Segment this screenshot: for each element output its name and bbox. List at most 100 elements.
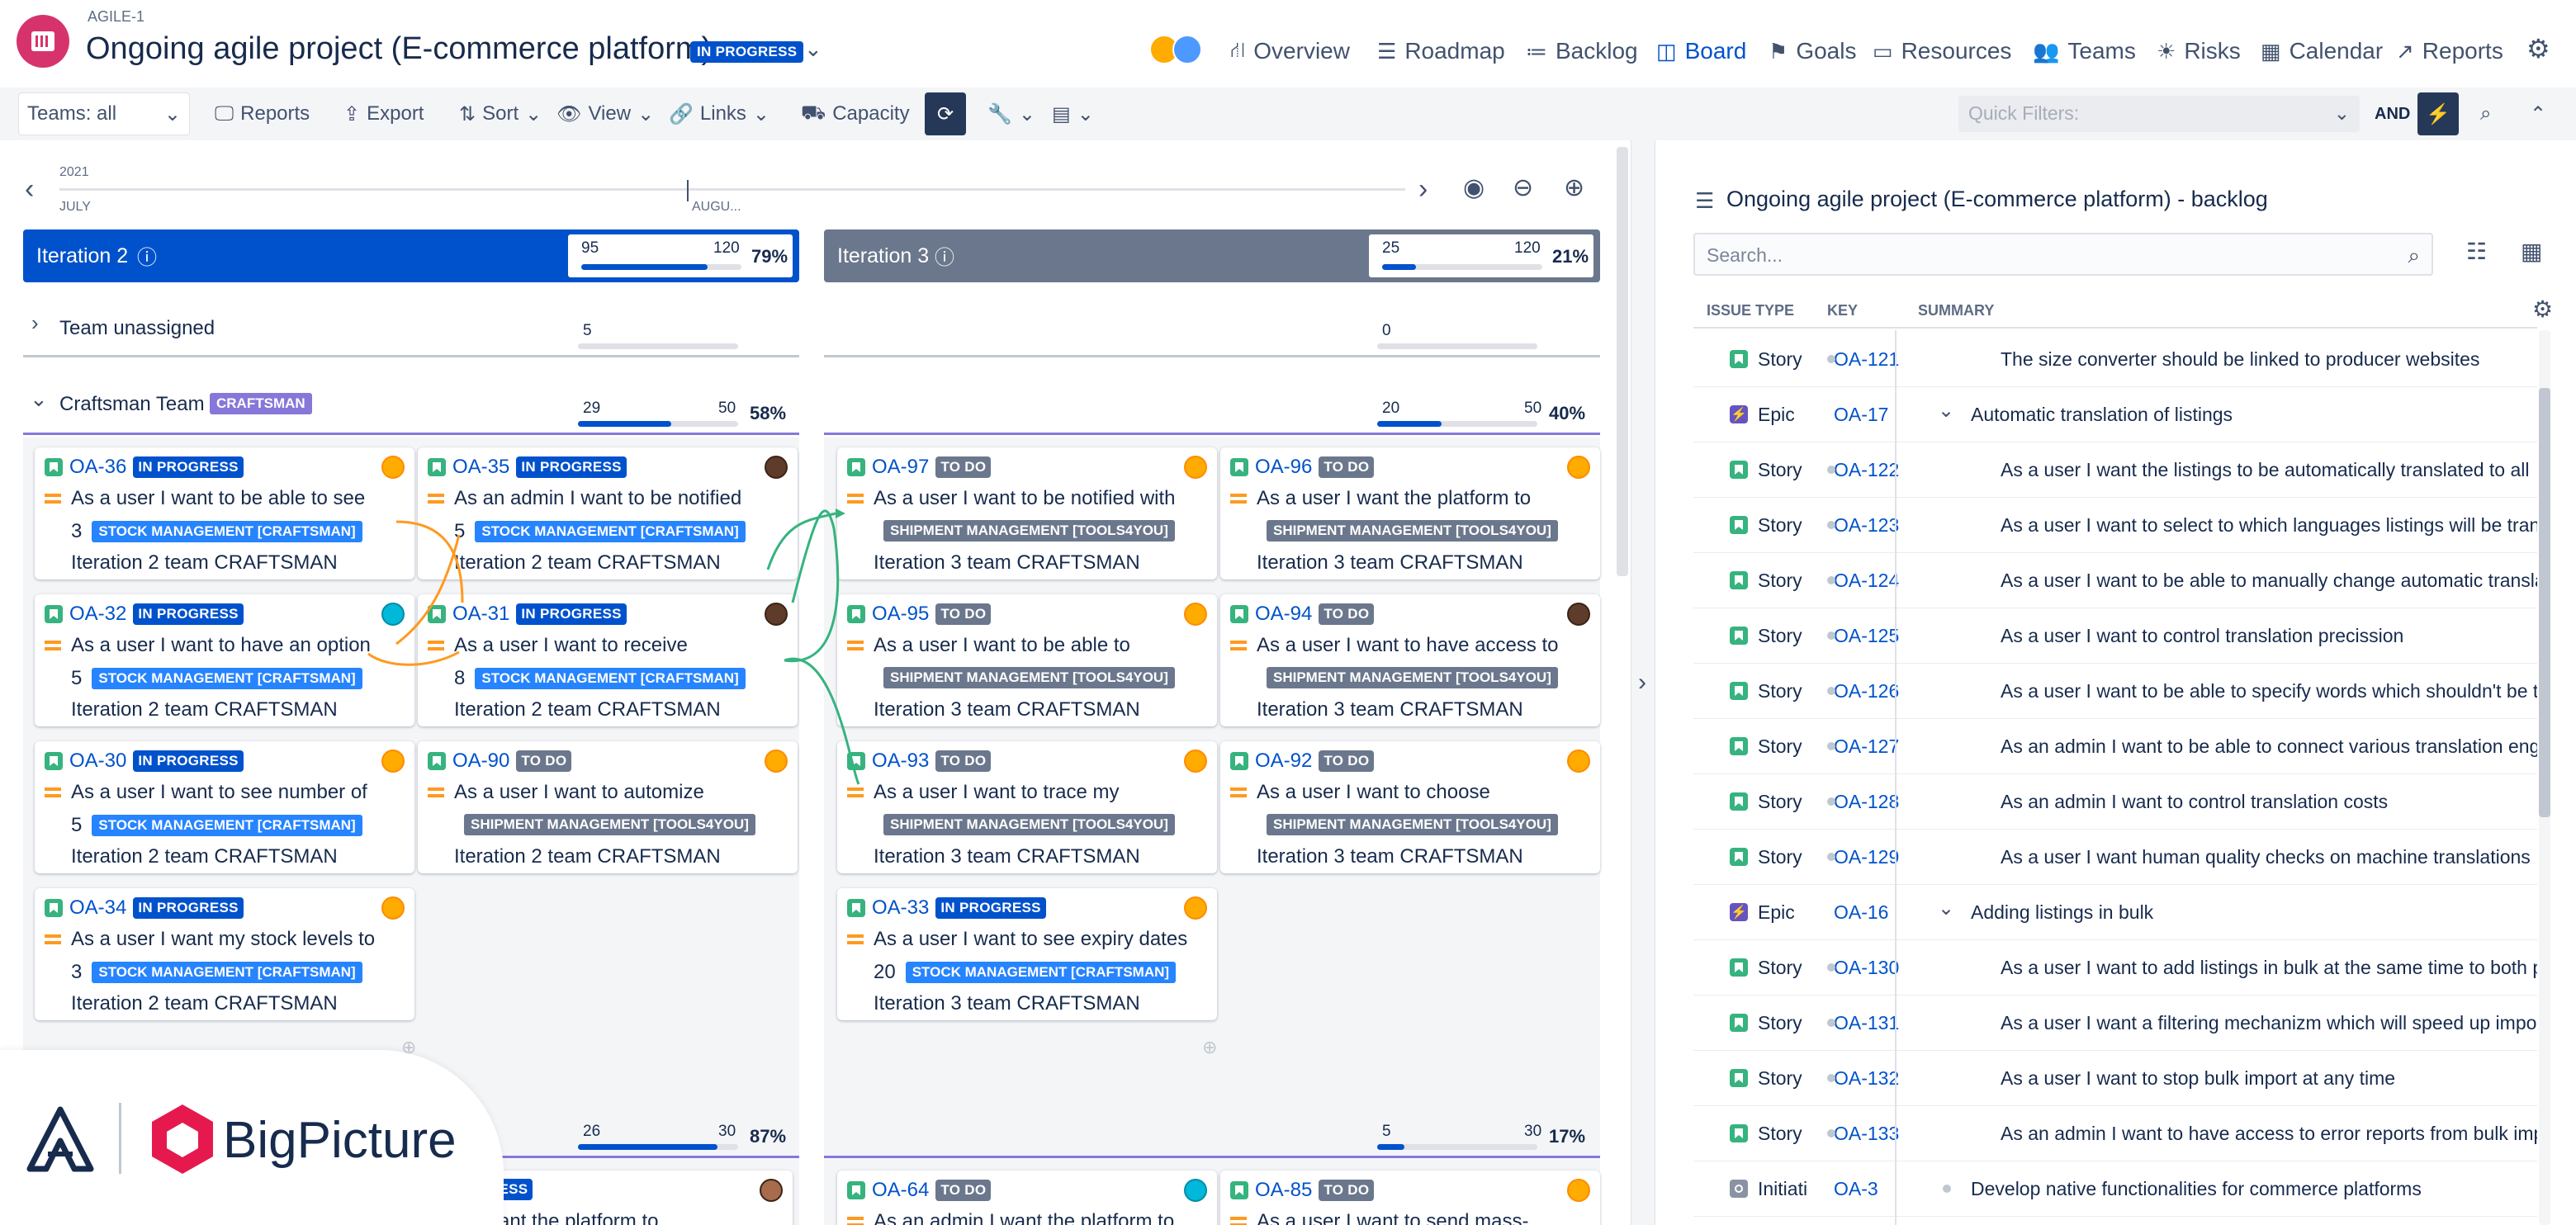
issue-card[interactable]: OA-90 TO DO As a user I want to automize SH… (418, 741, 798, 873)
swimlane-craftsman-team[interactable]: Craftsman Team (59, 393, 205, 416)
issue-key[interactable]: OA-97 (872, 456, 929, 479)
issue-card[interactable]: OA-97 TO DO As a user I want to be notifie… (837, 447, 1217, 579)
backlog-search-input[interactable]: Search... ⌕ (1693, 233, 2433, 276)
zoom-out-icon[interactable]: ⊖ (1513, 173, 1533, 202)
project-title[interactable]: Ongoing agile project (E-commerce platfo… (86, 31, 712, 67)
epic-badge[interactable]: SHIPMENT MANAGEMENT [TOOLS4YOU] (883, 520, 1175, 542)
epic-badge[interactable]: STOCK MANAGEMENT [CRAFTSMAN] (92, 521, 362, 542)
epic-badge[interactable]: STOCK MANAGEMENT [CRAFTSMAN] (905, 962, 1177, 983)
column-header-issue-type[interactable]: ISSUE TYPE (1707, 302, 1794, 319)
issue-key[interactable]: OA-64 (872, 1179, 929, 1202)
info-icon[interactable]: ⓘ (137, 241, 157, 270)
issue-key[interactable]: OA-121 (1834, 348, 1899, 371)
sort-button[interactable]: ⇅ Sort ⌄ (451, 92, 550, 135)
avatar[interactable] (765, 603, 788, 626)
nav-risks[interactable]: ☀ Risks (2157, 33, 2241, 69)
chevron-right-icon[interactable]: › (31, 310, 39, 336)
issue-key[interactable]: OA-131 (1834, 1012, 1899, 1034)
collapse-button[interactable]: ⌃ (2522, 92, 2555, 135)
issue-card[interactable]: OA-33 IN PROGRESS As a user I want to see … (837, 888, 1217, 1020)
info-icon[interactable]: ⓘ (935, 241, 954, 270)
backlog-row[interactable]: Story OA-121 The size converter should be … (1693, 332, 2537, 387)
zoom-in-icon[interactable]: ⊕ (1564, 173, 1584, 202)
issue-card[interactable]: OA-92 TO DO As a user I want to choose SHIP… (1220, 741, 1600, 873)
issue-key[interactable]: OA-130 (1834, 957, 1899, 979)
issue-card[interactable]: OA-36 IN PROGRESS As a user I want to be a… (35, 447, 414, 579)
issue-key[interactable]: OA-129 (1834, 846, 1899, 868)
nav-resources[interactable]: ▭ Resources (1873, 33, 2011, 69)
epic-badge[interactable]: STOCK MANAGEMENT [CRAFTSMAN] (92, 668, 362, 689)
issue-key[interactable]: OA-33 (872, 896, 929, 920)
issue-card[interactable]: OA-35 IN PROGRESS As an admin I want to be… (418, 447, 798, 579)
issue-key[interactable]: OA-34 (69, 896, 126, 920)
chevron-down-icon[interactable]: ⌄ (1938, 399, 1954, 423)
issue-key[interactable]: OA-128 (1834, 791, 1899, 813)
issue-card[interactable]: OA-94 TO DO As a user I want to have acces… (1220, 594, 1600, 726)
issue-key[interactable]: OA-92 (1255, 750, 1312, 773)
chevron-down-icon[interactable]: ⌄ (1938, 896, 1954, 920)
issue-key[interactable]: OA-3 (1834, 1178, 1878, 1200)
backlog-row[interactable]: Story OA-124 As a user I want to be able t… (1693, 553, 2537, 608)
avatar[interactable] (1567, 750, 1590, 773)
avatar[interactable] (381, 896, 405, 920)
lightning-button[interactable]: ⚡ (2417, 92, 2459, 135)
issue-key[interactable]: OA-123 (1834, 514, 1899, 537)
nav-backlog[interactable]: ≔ Backlog (1526, 33, 1638, 69)
issue-key[interactable]: OA-95 (872, 603, 929, 626)
issue-key[interactable]: OA-85 (1255, 1179, 1312, 1202)
timeline-prev-icon[interactable]: ‹ (25, 173, 34, 206)
backlog-row[interactable]: Story OA-125 As a user I want to control t… (1693, 608, 2537, 664)
backlog-row[interactable]: Story OA-131 As a user I want a filtering … (1693, 996, 2537, 1051)
issue-key[interactable]: OA-94 (1255, 603, 1312, 626)
epic-badge[interactable]: SHIPMENT MANAGEMENT [TOOLS4YOU] (1267, 814, 1558, 835)
column-header-summary[interactable]: SUMMARY (1918, 302, 1994, 319)
iteration-2-header[interactable]: Iteration 2 ⓘ 95 120 79% (23, 229, 799, 282)
backlog-row[interactable]: Story OA-123 As a user I want to select to… (1693, 498, 2537, 553)
issue-key[interactable]: OA-32 (69, 603, 126, 626)
target-icon[interactable]: ◉ (1463, 173, 1485, 202)
issue-card[interactable]: OA-96 TO DO As a user I want the platform … (1220, 447, 1600, 579)
reports-button[interactable]: 🖵 Reports (206, 92, 318, 135)
calendar-view-icon[interactable]: ▦ (2521, 238, 2542, 265)
chevron-down-icon[interactable]: ⌄ (30, 386, 48, 412)
issue-key[interactable]: OA-132 (1834, 1067, 1899, 1090)
timeline-axis[interactable] (59, 188, 1405, 191)
chevron-down-icon[interactable]: ⌄ (804, 36, 822, 62)
avatar[interactable] (381, 750, 405, 773)
backlog-row[interactable]: Story OA-133 As an admin I want to have ac… (1693, 1106, 2537, 1161)
issue-card[interactable]: OA-93 TO DO As a user I want to trace my SH… (837, 741, 1217, 873)
backlog-row[interactable]: Story OA-128 As an admin I want to control… (1693, 774, 2537, 830)
avatar[interactable] (1184, 750, 1207, 773)
nav-board[interactable]: ◫ Board (1656, 33, 1746, 69)
backlog-row[interactable]: Story OA-122 As a user I want the listings… (1693, 442, 2537, 498)
avatar[interactable] (381, 603, 405, 626)
avatar[interactable] (1172, 35, 1202, 64)
nav-teams[interactable]: 👥 Teams (2033, 33, 2136, 69)
nav-roadmap[interactable]: ☰ Roadmap (1377, 33, 1505, 69)
quick-filters-select[interactable]: Quick Filters: ⌄ (1958, 96, 2360, 132)
capacity-button[interactable]: ⛟ Capacity (793, 92, 918, 135)
timeline-next-icon[interactable]: › (1418, 173, 1428, 206)
issue-key[interactable]: OA-31 (452, 603, 509, 626)
issue-card[interactable]: OA-32 IN PROGRESS As a user I want to have… (35, 594, 414, 726)
issue-card[interactable]: OA-34 IN PROGRESS As a user I want my stoc… (35, 888, 414, 1020)
issue-card[interactable]: OA-31 IN PROGRESS As a user I want to rece… (418, 594, 798, 726)
issue-card[interactable]: OA-64 TO DO As an admin I want the platfo… (837, 1171, 1217, 1225)
issue-key[interactable]: OA-122 (1834, 459, 1899, 481)
avatar[interactable] (1184, 456, 1207, 479)
issue-key[interactable]: OA-36 (69, 456, 126, 479)
avatar[interactable] (1184, 896, 1207, 920)
issue-key[interactable]: OA-127 (1834, 735, 1899, 758)
avatar[interactable] (381, 456, 405, 479)
issue-key[interactable]: OA-125 (1834, 625, 1899, 647)
avatar[interactable] (1184, 1179, 1207, 1202)
search-button[interactable]: ⌕ (2472, 92, 2499, 135)
issue-key[interactable]: OA-16 (1834, 901, 1888, 924)
issue-key[interactable]: OA-35 (452, 456, 509, 479)
avatar[interactable] (1567, 456, 1590, 479)
column-header-key[interactable]: KEY (1827, 302, 1858, 319)
issue-card[interactable]: OA-85 TO DO As a user I want to send mass… (1220, 1171, 1600, 1225)
backlog-row[interactable]: Story OA-127 As an admin I want to be able… (1693, 719, 2537, 774)
epic-badge[interactable]: SHIPMENT MANAGEMENT [TOOLS4YOU] (883, 814, 1175, 835)
issue-key[interactable]: OA-126 (1834, 680, 1899, 702)
